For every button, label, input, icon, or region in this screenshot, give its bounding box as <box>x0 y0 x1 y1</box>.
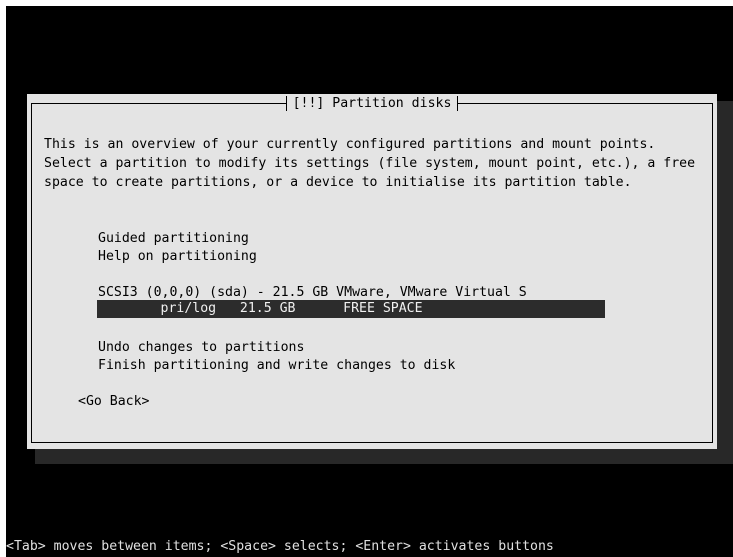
go-back-button[interactable]: <Go Back> <box>78 392 149 411</box>
menu-item-finish-partitioning[interactable]: Finish partitioning and write changes to… <box>98 356 455 375</box>
status-bar-hint: <Tab> moves between items; <Space> selec… <box>6 539 554 554</box>
menu-item-free-space-selected[interactable]: pri/log 21.5 GB FREE SPACE <box>97 300 605 318</box>
dialog-title: [!!] Partition disks <box>27 96 717 111</box>
menu-item-help-on-partitioning[interactable]: Help on partitioning <box>98 247 257 266</box>
partition-dialog: [!!] Partition disks This is an overview… <box>27 94 717 449</box>
menu-item-guided-partitioning[interactable]: Guided partitioning <box>98 229 249 248</box>
dialog-title-text: [!!] Partition disks <box>285 96 459 111</box>
dialog-description: This is an overview of your currently co… <box>44 137 696 190</box>
menu-item-undo-changes[interactable]: Undo changes to partitions <box>98 338 304 357</box>
